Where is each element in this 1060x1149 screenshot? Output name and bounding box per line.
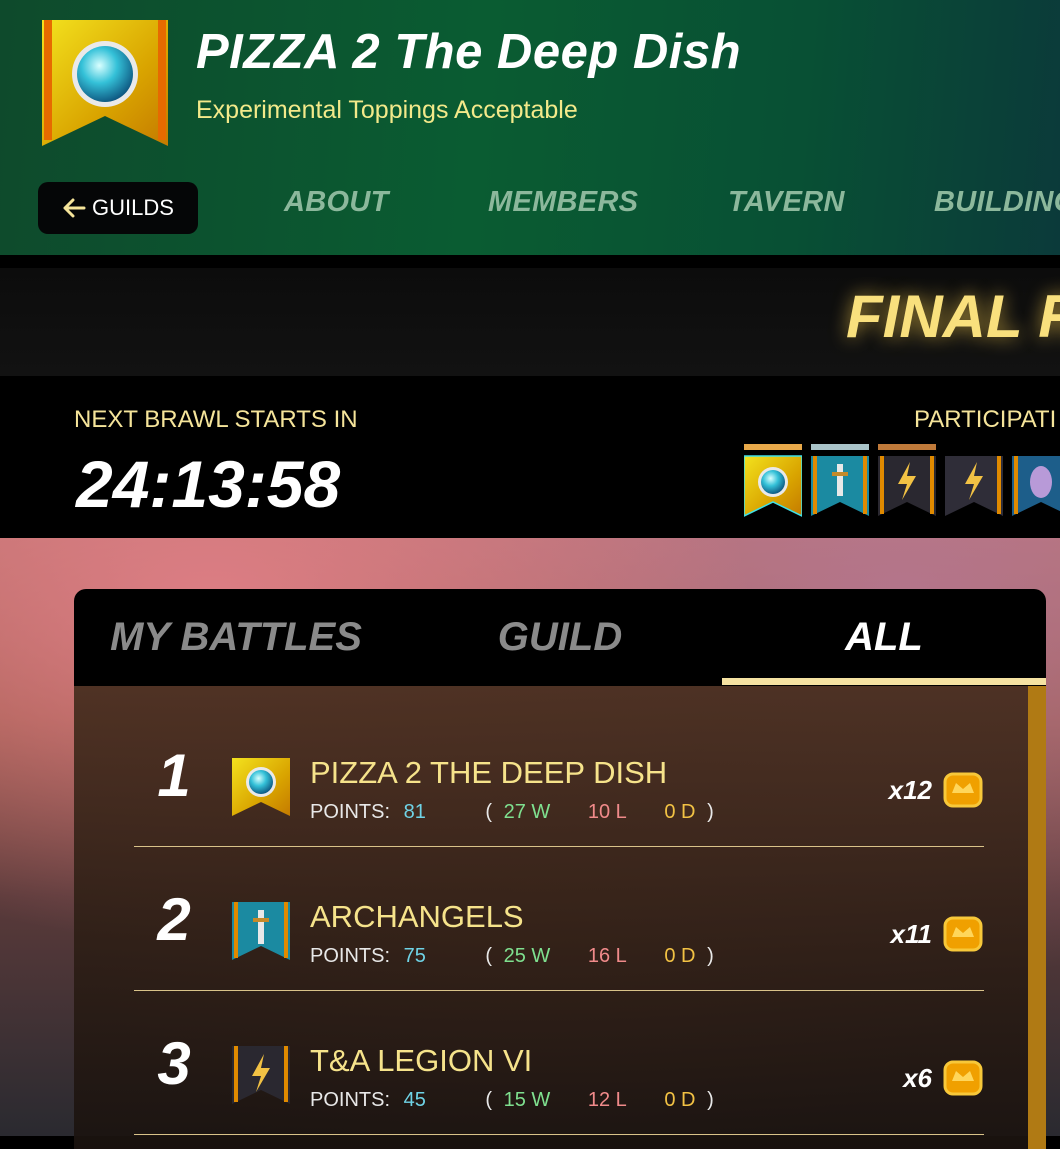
points-value: 45	[403, 1089, 426, 1111]
rank-number: 1	[157, 742, 191, 809]
draws: 0 D	[664, 1089, 696, 1111]
arrow-left-icon	[63, 198, 86, 218]
reward-crate-icon	[943, 1060, 983, 1096]
standing-row[interactable]: 1 PIZZA 2 THE DEEP DISH POINTS: 81 ( 27 …	[134, 703, 984, 847]
rank-number: 3	[157, 1030, 191, 1097]
guild-banner-orb-icon	[42, 20, 168, 146]
standings-list: 1 PIZZA 2 THE DEEP DISH POINTS: 81 ( 27 …	[74, 686, 1046, 1149]
draws: 0 D	[664, 801, 696, 823]
participant-lightning-icon[interactable]	[878, 444, 936, 524]
next-brawl-label: NEXT BRAWL STARTS IN	[74, 406, 358, 433]
battles-panel: MY BATTLES GUILD ALL 1 PIZZA 2 THE DEEP …	[74, 589, 1046, 1149]
guild-stats: POINTS: 81 ( 27 W 10 L 0 D )	[310, 801, 714, 823]
back-button-label: GUILDS	[92, 195, 174, 220]
wins: 25 W	[503, 945, 551, 967]
reward-multiplier: x12	[888, 775, 932, 805]
points-label: POINTS:	[310, 945, 391, 967]
scrollbar[interactable]	[1028, 686, 1046, 1149]
points-label: POINTS:	[310, 801, 391, 823]
brawl-status-bar: NEXT BRAWL STARTS IN 24:13:58 PARTICIPAT…	[0, 376, 1060, 538]
brawl-countdown: 24:13:58	[76, 447, 341, 521]
final-results-title: FINAL R	[846, 283, 1060, 350]
guild-stats: POINTS: 75 ( 25 W 16 L 0 D )	[310, 945, 714, 967]
tab-building[interactable]: BUILDING	[934, 186, 1060, 219]
guild-header: PIZZA 2 The Deep Dish Experimental Toppi…	[0, 0, 1060, 255]
participant-lightning-icon[interactable]	[945, 444, 1003, 524]
final-results-bar: FINAL R	[0, 268, 1060, 376]
standing-row[interactable]: 3 T&A LEGION VI POINTS: 45 ( 15 W 12 L 0…	[134, 991, 984, 1135]
guild-name: PIZZA 2 THE DEEP DISH	[310, 755, 668, 790]
losses: 16 L	[587, 945, 627, 967]
guild-name: ARCHANGELS	[310, 899, 524, 934]
losses: 10 L	[587, 801, 627, 823]
lightning-icon	[232, 1046, 290, 1104]
points-value: 81	[403, 801, 426, 823]
points-label: POINTS:	[310, 1089, 391, 1111]
points-value: 75	[403, 945, 426, 967]
guild-name: T&A LEGION VI	[310, 1043, 533, 1078]
guild-title: PIZZA 2 The Deep Dish	[196, 25, 742, 79]
orb-icon	[232, 758, 290, 816]
rank-number: 2	[157, 886, 191, 953]
reward-crate-icon	[943, 772, 983, 808]
tab-members[interactable]: MEMBERS	[488, 186, 638, 219]
participant-sword-icon[interactable]	[811, 444, 869, 524]
active-tab-indicator	[722, 678, 1046, 685]
tab-guild[interactable]: GUILD	[398, 589, 722, 686]
draws: 0 D	[664, 945, 696, 967]
guild-motto: Experimental Toppings Acceptable	[196, 96, 578, 124]
participants-label: PARTICIPATI	[914, 406, 1057, 433]
participant-hand-icon[interactable]	[1012, 444, 1060, 524]
participant-orb-icon[interactable]	[744, 444, 802, 524]
back-to-guilds-button[interactable]: GUILDS	[38, 182, 198, 234]
reward-crate-icon	[943, 916, 983, 952]
reward-multiplier: x6	[903, 1063, 932, 1093]
wins: 15 W	[503, 1089, 551, 1111]
losses: 12 L	[587, 1089, 627, 1111]
battles-tabs: MY BATTLES GUILD ALL	[74, 589, 1046, 686]
reward-multiplier: x11	[890, 919, 932, 949]
tab-tavern[interactable]: TAVERN	[728, 186, 845, 219]
tab-all[interactable]: ALL	[722, 589, 1046, 686]
sword-icon	[232, 902, 290, 960]
standing-row[interactable]: 2 ARCHANGELS POINTS: 75 ( 25 W 16 L 0 D …	[134, 847, 984, 991]
wins: 27 W	[503, 801, 551, 823]
tab-my-battles[interactable]: MY BATTLES	[74, 589, 398, 686]
tab-about[interactable]: ABOUT	[284, 186, 389, 219]
guild-stats: POINTS: 45 ( 15 W 12 L 0 D )	[310, 1089, 714, 1111]
